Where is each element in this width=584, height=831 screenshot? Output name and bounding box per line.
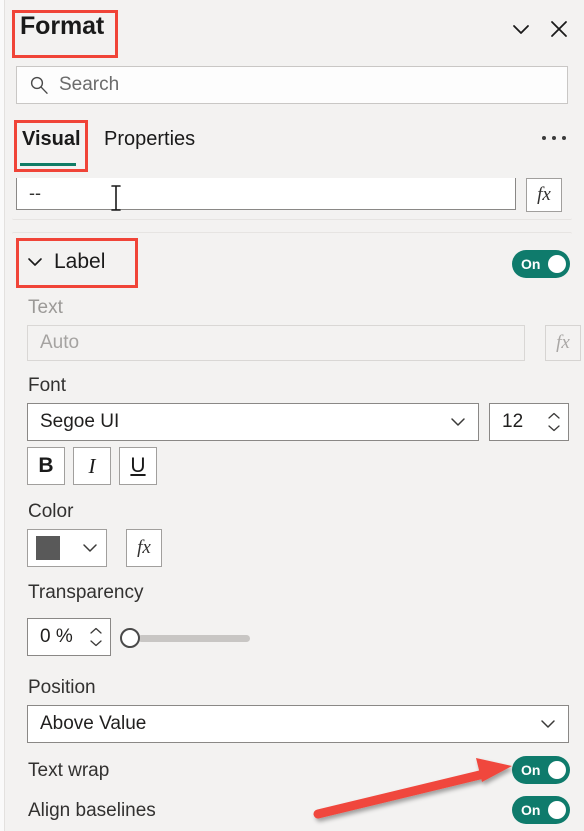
- align-baselines-state: On: [521, 802, 541, 818]
- font-size-value: 12: [502, 411, 524, 432]
- chevron-down-icon: [83, 544, 97, 552]
- font-label: Font: [28, 375, 67, 396]
- tab-visual[interactable]: Visual: [22, 128, 81, 151]
- font-size-stepper[interactable]: 12: [489, 403, 569, 441]
- search-icon: [30, 76, 48, 94]
- tab-properties[interactable]: Properties: [104, 128, 195, 151]
- chevron-down-icon[interactable]: [508, 16, 534, 42]
- color-label: Color: [28, 501, 74, 522]
- align-baselines-label: Align baselines: [28, 800, 156, 821]
- text-field-label: Text: [28, 297, 63, 318]
- toggle-knob: [548, 255, 566, 273]
- text-cursor-icon: [111, 185, 121, 211]
- align-baselines-toggle[interactable]: On: [512, 796, 570, 824]
- text-wrap-state: On: [521, 762, 541, 778]
- top-value-field-row: -- fx: [16, 178, 568, 214]
- chevron-down-icon[interactable]: [546, 423, 562, 433]
- chevron-up-icon[interactable]: [546, 411, 562, 421]
- italic-button[interactable]: I: [73, 447, 111, 485]
- text-wrap-toggle[interactable]: On: [512, 756, 570, 784]
- ellipsis-icon[interactable]: [542, 136, 566, 140]
- top-value-fx-button[interactable]: fx: [526, 178, 562, 212]
- toggle-knob: [548, 801, 566, 819]
- chevron-up-icon[interactable]: [88, 626, 104, 636]
- label-section-header[interactable]: Label: [26, 250, 105, 274]
- color-picker[interactable]: [27, 529, 107, 567]
- stepper-arrows: [546, 411, 562, 433]
- transparency-label: Transparency: [28, 582, 144, 603]
- label-section-toggle[interactable]: On: [512, 250, 570, 278]
- chevron-down-icon: [28, 258, 42, 266]
- header-actions: [508, 16, 572, 42]
- bold-button[interactable]: B: [27, 447, 65, 485]
- tab-active-indicator: [20, 163, 76, 166]
- slider-thumb[interactable]: [120, 628, 140, 648]
- close-icon[interactable]: [546, 16, 572, 42]
- font-family-value: Segoe UI: [40, 411, 120, 432]
- transparency-value: 0 %: [40, 626, 73, 647]
- text-fx-button[interactable]: fx: [545, 325, 581, 361]
- font-family-dropdown[interactable]: Segoe UI: [27, 403, 479, 441]
- search-placeholder: Search: [59, 74, 120, 95]
- position-label: Position: [28, 677, 96, 698]
- color-swatch: [36, 536, 60, 560]
- stepper-arrows: [88, 626, 104, 648]
- page-title: Format: [20, 12, 105, 40]
- search-input[interactable]: Search: [16, 66, 568, 104]
- text-input[interactable]: Auto: [27, 325, 525, 361]
- chevron-down-icon[interactable]: [88, 638, 104, 648]
- chevron-down-icon: [541, 720, 555, 728]
- position-dropdown[interactable]: Above Value: [27, 705, 569, 743]
- toggle-knob: [548, 761, 566, 779]
- label-toggle-state: On: [521, 256, 541, 272]
- transparency-slider[interactable]: [120, 628, 250, 648]
- panel-header: Format: [0, 0, 584, 58]
- text-wrap-row: Text wrap On: [0, 752, 584, 792]
- text-wrap-label: Text wrap: [28, 760, 110, 781]
- underline-button[interactable]: U: [119, 447, 157, 485]
- color-fx-button[interactable]: fx: [126, 529, 162, 567]
- chevron-down-icon: [451, 418, 465, 426]
- transparency-stepper[interactable]: 0 %: [27, 618, 111, 656]
- slider-track: [138, 635, 250, 642]
- label-section-title: Label: [54, 250, 106, 273]
- align-baselines-row: Align baselines On: [0, 792, 584, 831]
- format-panel: Format Search Visual Properties -- fx La…: [0, 0, 584, 831]
- font-style-buttons: B I U: [27, 447, 157, 485]
- position-value: Above Value: [40, 713, 147, 734]
- top-value-input[interactable]: --: [16, 178, 516, 210]
- tab-bar: Visual Properties: [0, 120, 584, 172]
